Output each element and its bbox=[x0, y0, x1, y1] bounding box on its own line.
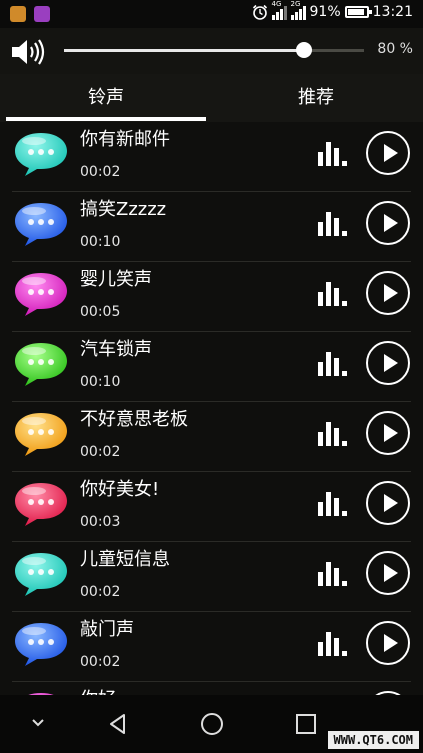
chat-bubble-icon bbox=[15, 133, 67, 176]
ringtone-title: 婴儿笑声 bbox=[80, 269, 152, 290]
network-4g-label: 4G bbox=[271, 0, 282, 8]
play-button[interactable] bbox=[366, 411, 410, 455]
ringtone-row[interactable]: 敲门声 00:02 bbox=[0, 612, 423, 682]
chat-bubble-icon bbox=[15, 413, 67, 456]
ringtone-title: 你有新邮件 bbox=[80, 129, 170, 150]
chat-bubble-icon bbox=[15, 203, 67, 246]
volume-bar: 80 % bbox=[0, 28, 423, 74]
alarm-icon bbox=[252, 4, 267, 20]
ringtone-row[interactable]: 你有新邮件 00:02 bbox=[0, 122, 423, 192]
tab-ringtones[interactable]: 铃声 bbox=[6, 74, 206, 122]
tab-selected-indicator bbox=[6, 117, 206, 121]
network-2g-label: 2G bbox=[290, 0, 301, 8]
play-button[interactable] bbox=[366, 341, 410, 385]
ringtone-row[interactable]: 儿童短信息 00:02 bbox=[0, 542, 423, 612]
ringtone-title: 汽车锁声 bbox=[80, 339, 152, 360]
navigation-bar: WWW.QT6.COM bbox=[0, 695, 423, 753]
notification-app-icon bbox=[10, 6, 26, 22]
chat-bubble-icon bbox=[15, 343, 67, 386]
play-button[interactable] bbox=[366, 271, 410, 315]
tab-recommended[interactable]: 推荐 bbox=[216, 74, 416, 122]
ringtone-title: 敲门声 bbox=[80, 619, 134, 640]
status-bar: 4G 2G 91% 13:21 bbox=[0, 0, 423, 28]
audio-level-icon bbox=[318, 142, 347, 166]
ringtone-duration: 00:02 bbox=[80, 444, 121, 460]
chat-bubble-icon bbox=[15, 623, 67, 666]
tab-bar: 铃声 推荐 bbox=[0, 74, 423, 122]
audio-level-icon bbox=[318, 282, 347, 306]
recent-apps-icon[interactable] bbox=[294, 712, 318, 736]
play-button[interactable] bbox=[366, 201, 410, 245]
ringtone-title: 儿童短信息 bbox=[80, 549, 170, 570]
chat-bubble-icon bbox=[15, 483, 67, 526]
ringtone-duration: 00:02 bbox=[80, 654, 121, 670]
ringtone-duration: 00:10 bbox=[80, 234, 121, 250]
clock: 13:21 bbox=[372, 4, 413, 20]
ringtone-title: 你好美女! bbox=[80, 479, 160, 500]
battery-percent: 91% bbox=[309, 4, 341, 20]
ringtone-list[interactable]: 你有新邮件 00:02 搞笑Zzzzz 00:10 婴儿笑声 00:05 汽车锁声 00:10… bbox=[0, 122, 423, 695]
volume-slider-fill bbox=[64, 49, 304, 52]
chat-bubble-icon bbox=[15, 553, 67, 596]
play-button[interactable] bbox=[366, 481, 410, 525]
signal-4g-icon: 4G bbox=[271, 0, 287, 20]
ringtone-duration: 00:02 bbox=[80, 164, 121, 180]
battery-fill bbox=[347, 9, 364, 15]
notification-app-icon bbox=[34, 6, 50, 22]
audio-level-icon bbox=[318, 562, 347, 586]
battery-icon bbox=[344, 6, 372, 18]
ringtone-row[interactable]: 不好意思老板 00:02 bbox=[0, 402, 423, 472]
audio-level-icon bbox=[318, 632, 347, 656]
ringtone-row[interactable]: 你好美女! 00:03 bbox=[0, 472, 423, 542]
ringtone-row[interactable]: 你好 bbox=[0, 682, 423, 695]
watermark: WWW.QT6.COM bbox=[327, 731, 419, 749]
ringtone-duration: 00:05 bbox=[80, 304, 121, 320]
volume-slider[interactable] bbox=[64, 42, 364, 58]
audio-level-icon bbox=[318, 492, 347, 516]
chevron-down-icon[interactable] bbox=[30, 717, 46, 729]
ringtone-row[interactable]: 婴儿笑声 00:05 bbox=[0, 262, 423, 332]
audio-level-icon bbox=[318, 352, 347, 376]
signal-2g-icon: 2G bbox=[290, 0, 306, 20]
ringtone-duration: 00:02 bbox=[80, 584, 121, 600]
ringtone-row[interactable]: 搞笑Zzzzz 00:10 bbox=[0, 192, 423, 262]
audio-level-icon bbox=[318, 422, 347, 446]
status-indicators: 4G 2G 91% 13:21 bbox=[252, 0, 413, 20]
volume-slider-handle[interactable] bbox=[296, 42, 312, 58]
ringtone-duration: 00:10 bbox=[80, 374, 121, 390]
ringtone-duration: 00:03 bbox=[80, 514, 121, 530]
volume-percent: 80 % bbox=[377, 41, 413, 57]
back-icon[interactable] bbox=[106, 712, 130, 736]
chat-bubble-icon bbox=[15, 273, 67, 316]
speaker-volume-icon[interactable] bbox=[10, 38, 46, 66]
play-button[interactable] bbox=[366, 131, 410, 175]
ringtone-title: 不好意思老板 bbox=[80, 409, 188, 430]
play-button[interactable] bbox=[366, 621, 410, 665]
home-icon[interactable] bbox=[200, 712, 224, 736]
play-button[interactable] bbox=[366, 551, 410, 595]
ringtone-row[interactable]: 汽车锁声 00:10 bbox=[0, 332, 423, 402]
audio-level-icon bbox=[318, 212, 347, 236]
ringtone-title: 搞笑Zzzzz bbox=[80, 199, 167, 220]
ringtone-title: 你好 bbox=[80, 685, 116, 695]
